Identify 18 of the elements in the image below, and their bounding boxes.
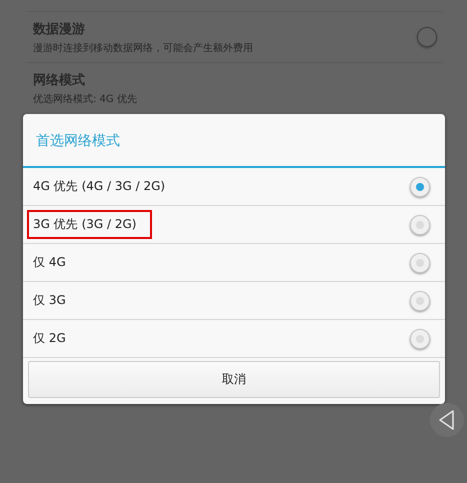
- setting-title: 网络模式: [33, 72, 86, 88]
- cancel-button[interactable]: 取消: [28, 361, 440, 398]
- radio-button[interactable]: [410, 176, 430, 196]
- radio-button[interactable]: [410, 290, 430, 310]
- option-label[interactable]: 仅 3G: [27, 286, 82, 315]
- setting-title: 数据漫游: [33, 20, 86, 38]
- radio-button[interactable]: [410, 252, 430, 272]
- radio-button[interactable]: [410, 328, 430, 348]
- option-label[interactable]: 3G 优先 (3G / 2G): [27, 210, 152, 239]
- radio-button[interactable]: [410, 214, 430, 234]
- dialog-title: 首选网络模式: [23, 114, 445, 168]
- setting-subtitle: 优选网络模式: 4G 优先: [33, 92, 138, 106]
- toggle-switch[interactable]: [417, 27, 437, 47]
- option-label[interactable]: 仅 2G: [27, 324, 82, 353]
- setting-subtitle: 漫游时连接到移动数据网络，可能会产生额外费用: [33, 42, 254, 54]
- option-label[interactable]: 4G 优先 (4G / 3G / 2G): [27, 172, 182, 201]
- option-label[interactable]: 仅 4G: [27, 248, 82, 277]
- back-icon[interactable]: [429, 402, 465, 438]
